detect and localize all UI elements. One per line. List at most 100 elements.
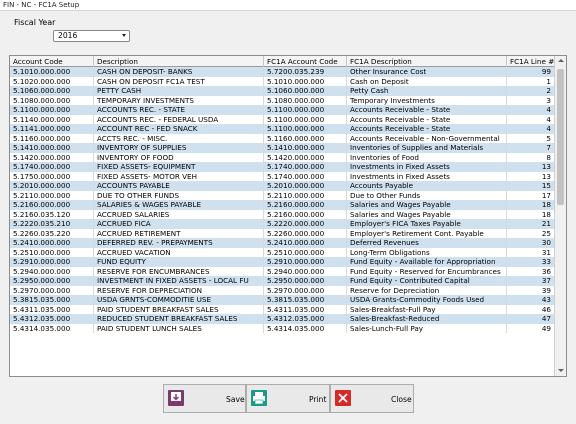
table-row[interactable]: 5.1160.000.000 ACCTS REC. - MISC. 5.1160.0… [10,133,555,143]
save-button[interactable]: Save [163,384,246,413]
account-code-cell: 5.2970.000.000 [10,285,94,295]
table-row[interactable]: 5.2910.000.000 FUND EQUITY 5.2910.000.000 F… [10,257,555,267]
fc1a-line-cell: 2 [507,86,555,96]
fc1a-line-cell: 99 [507,67,555,77]
table-row[interactable]: 5.1410.000.000 INVENTORY OF SUPPLIES 5.141… [10,143,555,153]
title-bar: FIN - NC - FC1A Setup [0,0,576,11]
table-row[interactable]: 5.2160.035.120 ACCRUED SALARIES 5.2160.000… [10,209,555,219]
table-row[interactable]: 5.2940.000.000 RESERVE FOR ENCUMBRANCES 5.… [10,266,555,276]
table-row[interactable]: 5.3815.035.000 USDA GRNTS-COMMODITIE USE 5… [10,295,555,305]
fc1a-account-code-cell: 5.1100.000.000 [264,105,347,115]
description-cell: DEFERRED REV. - PREPAYMENTS [94,238,264,248]
fc1a-account-code-cell: 5.2260.000.000 [264,228,347,238]
fc1a-account-code-cell: 5.1410.000.000 [264,143,347,153]
description-cell: USDA GRNTS-COMMODITIE USE [94,295,264,305]
table-row[interactable]: 5.2260.035.220 ACCRUED RETIREMENT 5.2260.0… [10,228,555,238]
account-code-cell: 5.2940.000.000 [10,266,94,276]
fc1a-account-code-cell: 5.3815.035.000 [264,295,347,305]
table-row[interactable]: 5.1020.000.000 CASH ON DEPOSIT FC1A TEST 5… [10,76,555,86]
fc1a-description-cell: Salaries and Wages Payable [347,209,507,219]
table-row[interactable]: 5.2160.000.000 SALARIES & WAGES PAYABLE 5.… [10,200,555,210]
table-row[interactable]: 5.2950.000.000 INVESTMENT IN FIXED ASSETS… [10,276,555,286]
table-row[interactable]: 5.1420.000.000 INVENTORY OF FOOD 5.1420.00… [10,152,555,162]
description-cell: DUE TO OTHER FUNDS [94,190,264,200]
table-row[interactable]: 5.2220.035.210 ACCRUED FICA 5.2220.000.000… [10,219,555,229]
fc1a-description-cell: Deferred Revenues [347,238,507,248]
fc1a-line-cell: 25 [507,228,555,238]
fc1a-line-cell: 39 [507,285,555,295]
description-cell: RESERVE FOR ENCUMBRANCES [94,266,264,276]
fc1a-account-code-cell: 5.7200.035.239 [264,67,347,77]
close-button[interactable]: Close [330,384,414,413]
printer-icon [251,390,267,406]
fc1a-description-cell: Reserve for Depreciation [347,285,507,295]
fc1a-description-cell: Salaries and Wages Payable [347,200,507,210]
fc1a-account-code-cell: 5.1100.000.000 [264,124,347,134]
grid-body: 5.1010.000.000 CASH ON DEPOSIT- BANKS 5.72… [10,67,555,333]
table-row[interactable]: 5.4314.035.000 PAID STUDENT LUNCH SALES 5.… [10,323,555,333]
account-grid[interactable]: Account Code Description FC1A Account Co… [9,55,567,377]
table-row[interactable]: 5.4311.035.000 PAID STUDENT BREAKFAST SAL… [10,304,555,314]
description-cell: ACCTS REC. - MISC. [94,133,264,143]
account-code-cell: 5.1410.000.000 [10,143,94,153]
table-row[interactable]: 5.1010.000.000 CASH ON DEPOSIT- BANKS 5.72… [10,67,555,77]
save-icon [168,390,184,406]
fc1a-line-cell: 21 [507,219,555,229]
fc1a-line-cell: 1 [507,76,555,86]
column-header-fc1a-account-code[interactable]: FC1A Account Code [264,56,347,67]
table-row[interactable]: 5.1060.000.000 PETTY CASH 5.1060.000.000 Pe… [10,86,555,96]
table-row[interactable]: 5.4312.035.000 REDUCED STUDENT BREAKFAST … [10,314,555,324]
vertical-scrollbar[interactable] [554,56,566,376]
table-row[interactable]: 5.1140.000.000 ACCOUNTS REC. - FEDERAL US… [10,114,555,124]
description-cell: CASH ON DEPOSIT FC1A TEST [94,76,264,86]
fc1a-description-cell: Accounts Receivable - State [347,105,507,115]
fc1a-line-cell: 5 [507,133,555,143]
fc1a-account-code-cell: 5.2510.000.000 [264,247,347,257]
fc1a-description-cell: Petty Cash [347,86,507,96]
description-cell: CASH ON DEPOSIT- BANKS [94,67,264,77]
table-row[interactable]: 5.2510.000.000 ACCRUED VACATION 5.2510.000… [10,247,555,257]
account-code-cell: 5.2220.035.210 [10,219,94,229]
table-row[interactable]: 5.1100.000.000 ACCOUNTS REC. - STATE 5.110… [10,105,555,115]
scroll-thumb[interactable] [557,69,564,205]
account-code-cell: 5.1010.000.000 [10,67,94,77]
description-cell: REDUCED STUDENT BREAKFAST SALES [94,314,264,324]
account-code-cell: 5.2910.000.000 [10,257,94,267]
fc1a-description-cell: Employer's FICA Taxes Payable [347,219,507,229]
description-cell: ACCOUNTS REC. - STATE [94,105,264,115]
table-row[interactable]: 5.1740.000.000 FIXED ASSETS- EQUIPMENT 5.1… [10,162,555,172]
column-header-account-code[interactable]: Account Code [10,56,94,67]
print-button-label: Print [309,395,327,404]
description-cell: PAID STUDENT BREAKFAST SALES [94,304,264,314]
fiscal-year-select[interactable]: 2016 [53,30,130,42]
fc1a-description-cell: Investments in Fixed Assets [347,162,507,172]
table-row[interactable]: 5.1141.000.000 ACCOUNT REC - FED SNACK 5.1… [10,124,555,134]
fc1a-description-cell: Long-Term Obligations [347,247,507,257]
table-row[interactable]: 5.1750.000.000 FIXED ASSETS- MOTOR VEH 5.1… [10,171,555,181]
account-code-cell: 5.1020.000.000 [10,76,94,86]
fc1a-account-code-cell: 5.4312.035.000 [264,314,347,324]
table-row[interactable]: 5.1080.000.000 TEMPORARY INVESTMENTS 5.108… [10,95,555,105]
column-header-fc1a-line[interactable]: FC1A Line # [507,56,555,67]
fc1a-line-cell: 46 [507,304,555,314]
table-row[interactable]: 5.2410.000.000 DEFERRED REV. - PREPAYMENT… [10,238,555,248]
column-header-description[interactable]: Description [94,56,264,67]
fc1a-line-cell: 3 [507,95,555,105]
description-cell: FIXED ASSETS- MOTOR VEH [94,171,264,181]
scroll-up-icon[interactable] [558,59,564,62]
account-code-cell: 5.1420.000.000 [10,152,94,162]
fc1a-description-cell: Accounts Receivable - State [347,124,507,134]
table-row[interactable]: 5.2110.000.000 DUE TO OTHER FUNDS 5.2110.0… [10,190,555,200]
table-row[interactable]: 5.2010.000.000 ACCOUNTS PAYABLE 5.2010.000… [10,181,555,191]
print-button[interactable]: Print [246,384,330,413]
table-row[interactable]: 5.2970.000.000 RESERVE FOR DEPRECIATION 5.… [10,285,555,295]
scroll-down-icon[interactable] [558,369,564,372]
fc1a-account-code-cell: 5.2160.000.000 [264,209,347,219]
fc1a-description-cell: Investments in Fixed Assets [347,171,507,181]
account-code-cell: 5.2160.000.000 [10,200,94,210]
fc1a-description-cell: Sales-Lunch-Full Pay [347,323,507,333]
fc1a-line-cell: 7 [507,143,555,153]
fc1a-account-code-cell: 5.1100.000.000 [264,114,347,124]
column-header-fc1a-description[interactable]: FC1A Description [347,56,507,67]
account-code-cell: 5.2950.000.000 [10,276,94,286]
